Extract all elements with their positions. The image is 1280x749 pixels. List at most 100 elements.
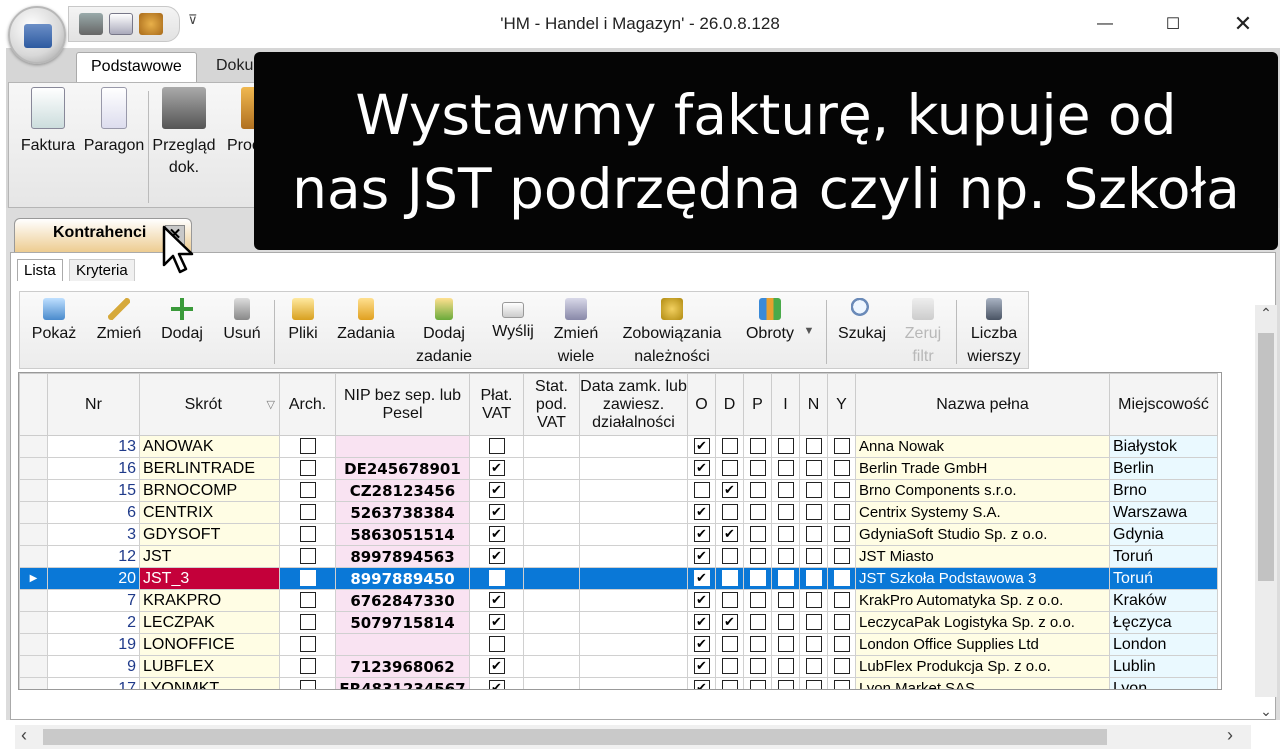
cell-p[interactable] [743,655,772,678]
header-miejscowosc[interactable]: Miejscowość [1109,373,1218,436]
checkbox[interactable] [833,636,850,653]
table-row[interactable]: 2 LECZPAK 5079715814 ✔ ✔ ✔ LeczycaPak Logistyk… [19,611,1218,634]
checkbox[interactable] [299,438,316,455]
checkbox[interactable] [721,438,738,455]
cell-i[interactable] [771,589,800,612]
usun-button[interactable]: Usuń [220,298,264,345]
cell-skrot[interactable]: BRNOCOMP [139,479,280,502]
cell-skrot[interactable]: CENTRIX [139,501,280,524]
checkbox[interactable] [721,570,738,587]
checkbox[interactable]: ✔ [488,504,505,521]
checkbox[interactable] [777,658,794,675]
cell-i[interactable] [771,479,800,502]
zobowiazania-button[interactable]: Zobowiązania należności [616,298,728,368]
cell-nazwa[interactable]: Anna Nowak [855,435,1110,458]
checkbox[interactable] [749,570,766,587]
checkbox[interactable] [805,570,822,587]
zadania-button[interactable]: Zadania [334,298,398,345]
checkbox[interactable]: ✔ [488,592,505,609]
cell-o[interactable]: ✔ [687,677,716,689]
cell-d[interactable] [715,567,744,590]
checkbox[interactable]: ✔ [488,680,505,689]
cell-plat-vat[interactable]: ✔ [469,611,524,634]
checkbox[interactable] [721,504,738,521]
table-row[interactable]: 6 CENTRIX 5263738384 ✔ ✔ Centrix Systemy S.A.… [19,501,1218,524]
cell-i[interactable] [771,655,800,678]
header-d[interactable]: D [715,373,744,436]
checkbox[interactable] [833,548,850,565]
checkbox[interactable]: ✔ [693,548,710,565]
cell-plat-vat[interactable]: ✔ [469,589,524,612]
zeruj-filtr-button[interactable]: Zeruj filtr [900,298,946,368]
checkbox[interactable] [299,570,316,587]
checkbox[interactable]: ✔ [693,504,710,521]
cell-skrot[interactable]: LUBFLEX [139,655,280,678]
cell-data-zamk[interactable] [579,611,688,634]
cell-i[interactable] [771,633,800,656]
checkbox[interactable]: ✔ [693,438,710,455]
cell-p[interactable] [743,633,772,656]
checkbox[interactable] [805,482,822,499]
checkbox[interactable] [777,526,794,543]
liczba-wierszy-button[interactable]: Liczba wierszy [964,298,1024,368]
cell-arch[interactable] [279,523,336,546]
checkbox[interactable] [299,526,316,543]
cell-nip[interactable] [335,435,470,458]
checkbox[interactable]: ✔ [488,482,505,499]
checkbox[interactable]: ✔ [488,526,505,543]
vertical-scroll-thumb[interactable] [1258,333,1274,581]
header-y[interactable]: Y [827,373,856,436]
cell-o[interactable]: ✔ [687,655,716,678]
cell-i[interactable] [771,523,800,546]
checkbox[interactable] [299,504,316,521]
cell-y[interactable] [827,611,856,634]
cell-miejscowosc[interactable]: London [1109,633,1218,656]
cell-y[interactable] [827,523,856,546]
cell-skrot[interactable]: LONOFFICE [139,633,280,656]
obroty-dropdown-icon[interactable]: ▼ [802,320,816,343]
cell-plat-vat[interactable]: ✔ [469,523,524,546]
checkbox[interactable] [805,658,822,675]
cell-nr[interactable]: 13 [47,435,140,458]
cell-y[interactable] [827,633,856,656]
checkbox[interactable] [721,460,738,477]
pliki-button[interactable]: Pliki [286,298,320,345]
pokaz-button[interactable]: Pokaż [30,298,78,345]
cell-miejscowosc[interactable]: Berlin [1109,457,1218,480]
cell-skrot[interactable]: JST [139,545,280,568]
cell-plat-vat[interactable] [469,435,524,458]
checkbox[interactable] [299,482,316,499]
checkbox[interactable] [833,658,850,675]
cell-nip[interactable]: 6762847330 [335,589,470,612]
tab-lista[interactable]: Lista [17,259,63,281]
checkbox[interactable] [777,614,794,631]
cell-nr[interactable]: 16 [47,457,140,480]
cell-d[interactable]: ✔ [715,611,744,634]
checkbox[interactable]: ✔ [721,614,738,631]
header-i[interactable]: I [771,373,800,436]
checkbox[interactable] [777,680,794,689]
cell-o[interactable]: ✔ [687,567,716,590]
maximize-button[interactable]: ☐ [1153,10,1193,38]
checkbox[interactable]: ✔ [693,526,710,543]
header-p[interactable]: P [743,373,772,436]
cell-p[interactable] [743,677,772,689]
cell-i[interactable] [771,567,800,590]
cell-o[interactable]: ✔ [687,633,716,656]
cell-y[interactable] [827,567,856,590]
cell-n[interactable] [799,633,828,656]
dodaj-button[interactable]: Dodaj [158,298,206,345]
checkbox[interactable] [749,482,766,499]
header-skrot[interactable]: Skrót ▽ [139,373,280,436]
minimize-button[interactable]: — [1085,10,1125,38]
cell-n[interactable] [799,545,828,568]
header-arch[interactable]: Arch. [279,373,336,436]
cell-miejscowosc[interactable]: Łęczyca [1109,611,1218,634]
cell-arch[interactable] [279,589,336,612]
checkbox[interactable] [777,482,794,499]
cell-arch[interactable] [279,567,336,590]
cell-arch[interactable] [279,479,336,502]
cell-stat-vat[interactable] [523,501,580,524]
horizontal-scroll-thumb[interactable] [43,729,1107,745]
cell-nr[interactable]: 19 [47,633,140,656]
